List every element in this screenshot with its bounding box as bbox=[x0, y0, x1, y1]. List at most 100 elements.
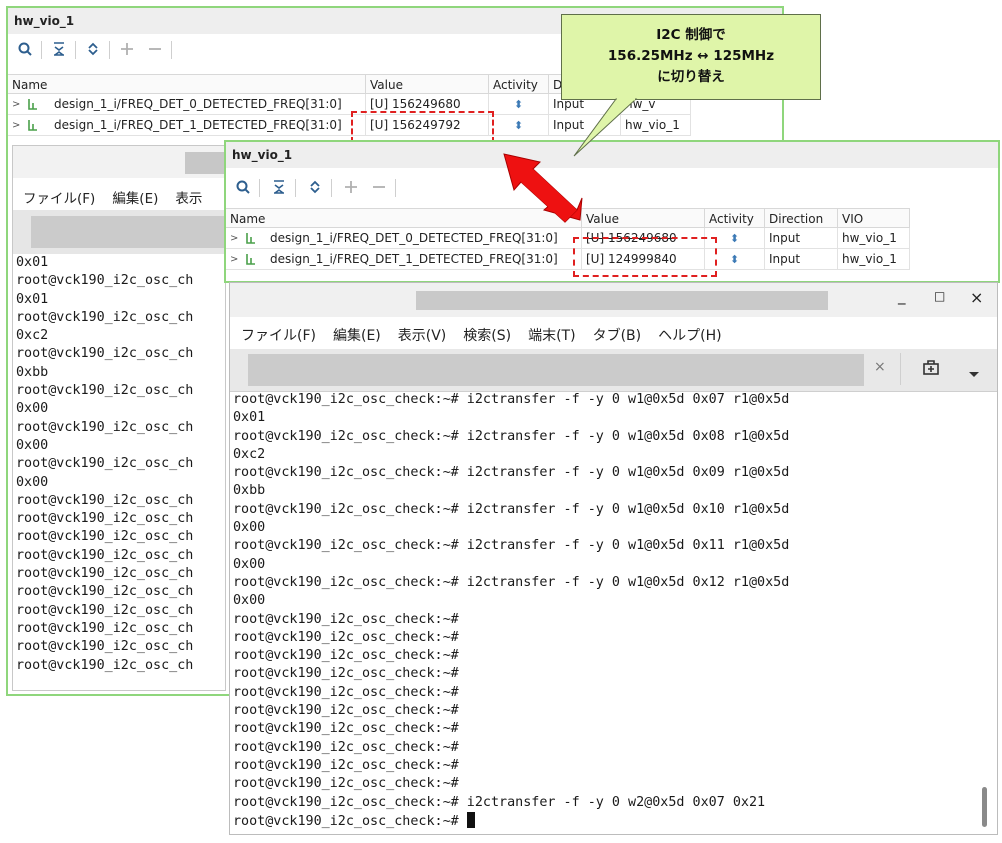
terminal-line: root@vck190_i2c_osc_check:~# bbox=[233, 629, 459, 645]
terminal-window-front: _ □ × ファイル(F) 編集(E) 表示(V) 検索(S) 端末(T) タブ(B) ヘル… bbox=[229, 282, 998, 835]
header-value[interactable]: Value bbox=[366, 74, 489, 94]
callout-line-2: 156.25MHz ↔ 125MHz bbox=[607, 48, 775, 64]
menu-edit[interactable]: 編集(E) bbox=[112, 191, 158, 207]
chevron-down-icon[interactable] bbox=[968, 364, 980, 383]
header-name[interactable]: Name bbox=[8, 74, 366, 94]
terminal-line: 0x00 bbox=[233, 520, 266, 536]
tab-close-button[interactable]: × bbox=[874, 359, 886, 375]
bus-icon bbox=[28, 120, 37, 131]
title-placeholder bbox=[185, 152, 225, 174]
remove-icon[interactable] bbox=[144, 38, 166, 60]
close-button[interactable]: × bbox=[970, 288, 983, 307]
expand-all-icon[interactable] bbox=[82, 38, 104, 60]
menu-tabs[interactable]: タブ(B) bbox=[593, 328, 642, 344]
chevron-right-icon[interactable]: > bbox=[230, 228, 238, 248]
terminal-line: root@vck190_i2c_osc_ch bbox=[16, 566, 194, 582]
activity-icon: ⬍ bbox=[489, 115, 549, 136]
terminal-line: root@vck190_i2c_osc_check:~# i2ctransfer… bbox=[233, 574, 790, 590]
collapse-all-icon[interactable] bbox=[268, 176, 290, 198]
terminal-titlebar: _ □ × bbox=[230, 283, 997, 317]
terminal-line: 0xc2 bbox=[16, 328, 49, 344]
scrollbar-thumb[interactable] bbox=[982, 787, 987, 827]
menu-file[interactable]: ファイル(F) bbox=[241, 328, 316, 344]
probe-vio: hw_vio_1 bbox=[838, 249, 910, 270]
menu-view[interactable]: 表示 bbox=[175, 191, 202, 207]
terminal-line: root@vck190_i2c_osc_ch bbox=[16, 419, 194, 435]
terminal-line: root@vck190_i2c_osc_check:~# i2ctransfer… bbox=[233, 465, 790, 481]
probe-vio: hw_vio_1 bbox=[838, 228, 910, 249]
menu-bar: ファイル(F) 編集(E) 表示(V) 検索(S) 端末(T) タブ(B) ヘルプ(H) bbox=[241, 325, 739, 345]
terminal-line: root@vck190_i2c_osc_check:~# i2ctransfer… bbox=[233, 794, 766, 810]
probe-direction: Input bbox=[765, 249, 838, 270]
collapse-all-icon[interactable] bbox=[48, 38, 70, 60]
highlight-box-front bbox=[573, 237, 717, 277]
minimize-button[interactable]: _ bbox=[898, 287, 906, 305]
menu-terminal[interactable]: 端末(T) bbox=[528, 328, 575, 344]
terminal-line: root@vck190_i2c_osc_ch bbox=[16, 657, 194, 673]
terminal-line: root@vck190_i2c_osc_check:~# i2ctransfer… bbox=[233, 501, 790, 517]
terminal-line: root@vck190_i2c_osc_check:~# bbox=[233, 648, 459, 664]
activity-icon: ⬍ bbox=[489, 94, 549, 115]
terminal-line: root@vck190_i2c_osc_check:~# bbox=[233, 703, 459, 719]
title-placeholder bbox=[416, 291, 828, 310]
menu-view[interactable]: 表示(V) bbox=[398, 328, 447, 344]
tab-bar: × bbox=[230, 349, 997, 392]
terminal-line: root@vck190_i2c_osc_check:~# i2ctransfer… bbox=[233, 538, 790, 554]
highlight-box-back bbox=[351, 111, 494, 143]
chevron-right-icon[interactable]: > bbox=[12, 115, 20, 135]
terminal-cursor bbox=[466, 811, 475, 828]
menu-search[interactable]: 検索(S) bbox=[463, 328, 511, 344]
add-icon[interactable] bbox=[340, 176, 362, 198]
probe-name-label: design_1_i/FREQ_DET_1_DETECTED_FREQ[31:0… bbox=[270, 252, 558, 266]
header-vio[interactable]: VIO bbox=[838, 208, 910, 228]
probe-name-label: design_1_i/FREQ_DET_0_DETECTED_FREQ[31:0… bbox=[54, 97, 342, 111]
header-activity[interactable]: Activity bbox=[705, 208, 765, 228]
chevron-right-icon[interactable]: > bbox=[230, 249, 238, 269]
chevron-right-icon[interactable]: > bbox=[12, 94, 20, 114]
menu-edit[interactable]: 編集(E) bbox=[333, 328, 381, 344]
terminal-line: 0x00 bbox=[16, 401, 49, 417]
terminal-line: root@vck190_i2c_osc_ch bbox=[16, 273, 194, 289]
terminal-line: 0xbb bbox=[16, 364, 49, 380]
annotation-callout: I2C 制御で 156.25MHz ↔ 125MHz に切り替え bbox=[561, 14, 821, 100]
terminal-line: root@vck190_i2c_osc_check:~# i2ctransfer… bbox=[233, 392, 790, 407]
terminal-line: root@vck190_i2c_osc_ch bbox=[16, 584, 194, 600]
expand-all-icon[interactable] bbox=[304, 176, 326, 198]
terminal-line: root@vck190_i2c_osc_ch bbox=[16, 383, 194, 399]
terminal-line: 0x01 bbox=[233, 410, 266, 426]
vio-table-header: Name Value Activity Direction VIO bbox=[226, 208, 998, 228]
menu-bar: ファイル(F) 編集(E) 表示 bbox=[23, 187, 219, 207]
tab-placeholder[interactable] bbox=[248, 354, 864, 386]
terminal-line: 0x01 bbox=[16, 291, 49, 307]
header-activity[interactable]: Activity bbox=[489, 74, 549, 94]
callout-line-1: I2C 制御で bbox=[656, 27, 726, 43]
terminal-output[interactable]: 0x01 root@vck190_i2c_osc_ch 0x01 root@vck19… bbox=[16, 254, 193, 675]
probe-name: > design_1_i/FREQ_DET_0_DETECTED_FREQ[31… bbox=[226, 228, 582, 249]
terminal-line: root@vck190_i2c_osc_ch bbox=[16, 639, 194, 655]
search-icon[interactable] bbox=[14, 38, 36, 60]
search-icon[interactable] bbox=[232, 176, 254, 198]
terminal-output[interactable]: root@vck190_i2c_osc_check:~# i2ctransfer… bbox=[233, 391, 789, 830]
terminal-line: root@vck190_i2c_osc_check:~# bbox=[233, 776, 459, 792]
bus-icon bbox=[246, 254, 255, 265]
terminal-line: root@vck190_i2c_osc_check:~# bbox=[233, 611, 459, 627]
vio-toolbar bbox=[226, 173, 998, 203]
header-value[interactable]: Value bbox=[582, 208, 705, 228]
maximize-button[interactable]: □ bbox=[934, 289, 945, 303]
remove-icon[interactable] bbox=[368, 176, 390, 198]
probe-name: > design_1_i/FREQ_DET_1_DETECTED_FREQ[31… bbox=[8, 115, 366, 136]
terminal-line: root@vck190_i2c_osc_check:~# bbox=[233, 666, 459, 682]
probe-name: > design_1_i/FREQ_DET_0_DETECTED_FREQ[31… bbox=[8, 94, 366, 115]
terminal-line: 0x01 bbox=[16, 255, 49, 270]
terminal-line: root@vck190_i2c_osc_ch bbox=[16, 529, 194, 545]
header-direction[interactable]: Direction bbox=[765, 208, 838, 228]
new-tab-icon[interactable] bbox=[922, 360, 940, 380]
tab-placeholder[interactable] bbox=[31, 216, 225, 248]
terminal-line: 0x00 bbox=[233, 593, 266, 609]
probe-name-label: design_1_i/FREQ_DET_0_DETECTED_FREQ[31:0… bbox=[270, 231, 558, 245]
add-icon[interactable] bbox=[116, 38, 138, 60]
menu-file[interactable]: ファイル(F) bbox=[23, 191, 95, 207]
menu-help[interactable]: ヘルプ(H) bbox=[658, 328, 721, 344]
terminal-line: root@vck190_i2c_osc_ch bbox=[16, 620, 194, 636]
terminal-line: root@vck190_i2c_osc_check:~# i2ctransfer… bbox=[233, 428, 790, 444]
